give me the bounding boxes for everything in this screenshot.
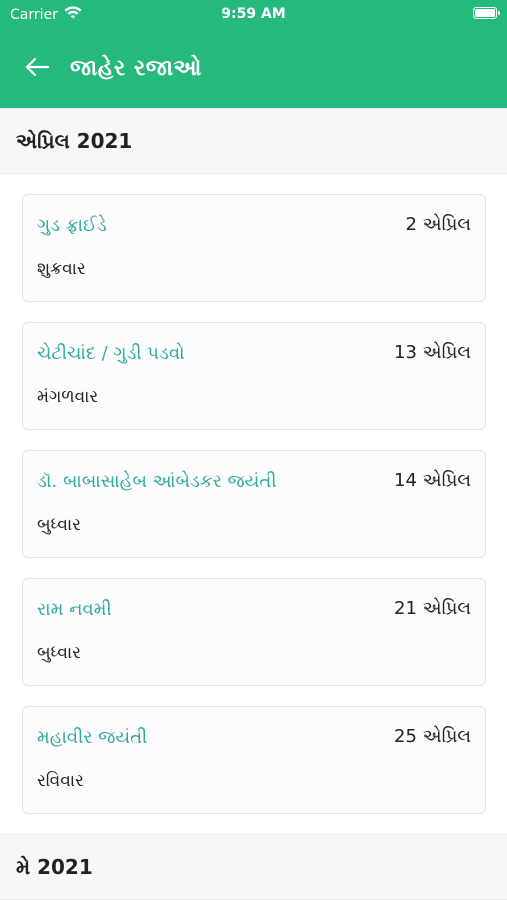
holiday-day: બુધ્વાર [37, 515, 81, 535]
battery-icon [473, 7, 500, 19]
holiday-card[interactable]: ચેટીચાંદ / ગુડી પડવો 13 એપ્રિલ મંગળવાર [22, 322, 486, 430]
holiday-date: 21 એપ્રિલ [394, 598, 471, 619]
holiday-card[interactable]: ડૉ. બાબાસાહેબ આંબેડકર જયંતી 14 એપ્રિલ બુ… [22, 450, 486, 558]
holiday-card[interactable]: રામ નવમી 21 એપ્રિલ બુધ્વાર [22, 578, 486, 686]
holiday-name: ગુડ ફ્રાઈડે [37, 215, 107, 236]
back-arrow-icon [24, 56, 50, 82]
holiday-name: રામ નવમી [37, 599, 112, 620]
nav-bar: જાહેર રજાઓ [0, 42, 507, 98]
holiday-date: 13 એપ્રિલ [394, 342, 471, 363]
section-title: એપ્રિલ 2021 [16, 129, 133, 153]
section-title: મે 2021 [16, 855, 93, 879]
back-button[interactable] [22, 54, 52, 84]
holiday-name: ડૉ. બાબાસાહેબ આંબેડકર જયંતી [37, 471, 277, 492]
holiday-day: રવિવાર [37, 771, 84, 791]
holiday-day: શુક્રવાર [37, 259, 86, 279]
page-title: જાહેર રજાઓ [70, 56, 202, 81]
holiday-day: બુધ્વાર [37, 643, 81, 663]
section-header-april: એપ્રિલ 2021 [0, 108, 507, 174]
holiday-day: મંગળવાર [37, 387, 99, 407]
holiday-name: મહાવીર જયંતી [37, 727, 148, 748]
holiday-date: 25 એપ્રિલ [394, 726, 471, 747]
holiday-card[interactable]: ગુડ ફ્રાઈડે 2 એપ્રિલ શુક્રવાર [22, 194, 486, 302]
holiday-date: 14 એપ્રિલ [394, 470, 471, 491]
holiday-card[interactable]: મહાવીર જયંતી 25 એપ્રિલ રવિવાર [22, 706, 486, 814]
app-header: Carrier 9:59 AM જાહેર રજાઓ [0, 0, 507, 108]
section-header-may: મે 2021 [0, 834, 507, 900]
holiday-name: ચેટીચાંદ / ગુડી પડવો [37, 343, 185, 364]
status-time: 9:59 AM [221, 6, 286, 22]
status-bar: Carrier 9:59 AM [0, 0, 507, 30]
holiday-date: 2 એપ્રિલ [405, 214, 471, 235]
